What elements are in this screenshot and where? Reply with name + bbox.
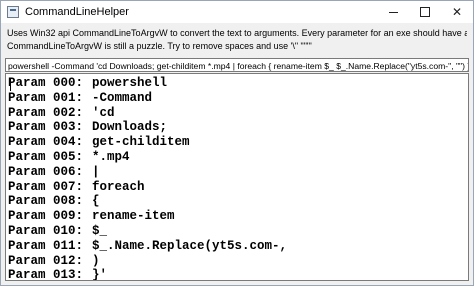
param-row: Param 013: }' xyxy=(8,268,468,281)
param-row: Param 010: $_ xyxy=(8,224,468,239)
param-label: Param 003: xyxy=(8,120,84,135)
param-label: Param 005: xyxy=(8,149,84,164)
title-bar[interactable]: CommandLineHelper ✕ xyxy=(1,1,473,23)
app-icon xyxy=(7,6,19,18)
param-value: }' xyxy=(92,268,108,281)
command-input[interactable]: powershell -Command 'cd Downloads; get-c… xyxy=(5,58,469,72)
param-value: foreach xyxy=(92,179,145,194)
param-label: Param 004: xyxy=(8,135,84,150)
window-title: CommandLineHelper xyxy=(25,6,129,18)
param-label: Param 001: xyxy=(8,90,84,105)
param-label: Param 002: xyxy=(8,105,84,120)
param-value: powershell xyxy=(92,76,168,90)
param-row: Param 006: | xyxy=(8,165,468,180)
param-row: Param 004: get-childitem xyxy=(8,135,468,150)
info-line-2: CommandLineToArgvW is still a puzzle. Tr… xyxy=(7,41,312,51)
param-value: ) xyxy=(92,253,100,268)
param-value: -Command xyxy=(92,90,153,105)
param-list: Param 000: powershell Param 001: -Command Pa… xyxy=(6,74,468,281)
params-output[interactable]: Param 000: powershell Param 001: -Command Pa… xyxy=(5,73,469,281)
info-line-1: Uses Win32 api CommandLineToArgvW to con… xyxy=(7,28,467,38)
param-value: 'cd xyxy=(92,105,115,120)
param-label: Param 008: xyxy=(8,194,84,209)
param-value: $_.Name.Replace(yt5s.com-, xyxy=(92,238,288,253)
param-label: Param 000: xyxy=(8,76,84,90)
param-value: { xyxy=(92,194,100,209)
param-row: Param 002: 'cd xyxy=(8,106,468,121)
info-text: Uses Win32 api CommandLineToArgvW to con… xyxy=(7,27,467,53)
param-row: Param 009: rename-item xyxy=(8,209,468,224)
app-window: CommandLineHelper ✕ Uses Win32 api Comma… xyxy=(0,0,474,286)
close-icon: ✕ xyxy=(451,5,463,19)
param-label: Param 010: xyxy=(8,223,84,238)
param-label: Param 011: xyxy=(8,238,84,253)
param-value: $_ xyxy=(92,223,108,238)
param-row: Param 008: { xyxy=(8,194,468,209)
minimize-icon xyxy=(388,11,398,13)
param-label: Param 012: xyxy=(8,253,84,268)
param-value: rename-item xyxy=(92,209,175,224)
minimize-button[interactable] xyxy=(377,1,409,23)
maximize-button[interactable] xyxy=(409,1,441,23)
param-label: Param 013: xyxy=(8,268,84,281)
param-row: Param 011: $_.Name.Replace(yt5s.com-, xyxy=(8,239,468,254)
param-value: *.mp4 xyxy=(92,149,130,164)
param-value: | xyxy=(92,164,100,179)
param-label: Param 009: xyxy=(8,209,84,224)
text-caret xyxy=(10,78,11,91)
param-value: Downloads; xyxy=(92,120,168,135)
param-row: Param 001: -Command xyxy=(8,91,468,106)
param-row: Param 012:) xyxy=(8,254,468,269)
param-row: Param 003: Downloads; xyxy=(8,120,468,135)
close-button[interactable]: ✕ xyxy=(441,1,473,23)
param-label: Param 007: xyxy=(8,179,84,194)
param-row: Param 005: *.mp4 xyxy=(8,150,468,165)
param-row: Param 000: powershell xyxy=(8,76,468,91)
maximize-icon xyxy=(420,7,430,17)
window-controls: ✕ xyxy=(377,1,473,23)
param-label: Param 006: xyxy=(8,164,84,179)
param-value: get-childitem xyxy=(92,135,190,150)
param-row: Param 007: foreach xyxy=(8,180,468,195)
